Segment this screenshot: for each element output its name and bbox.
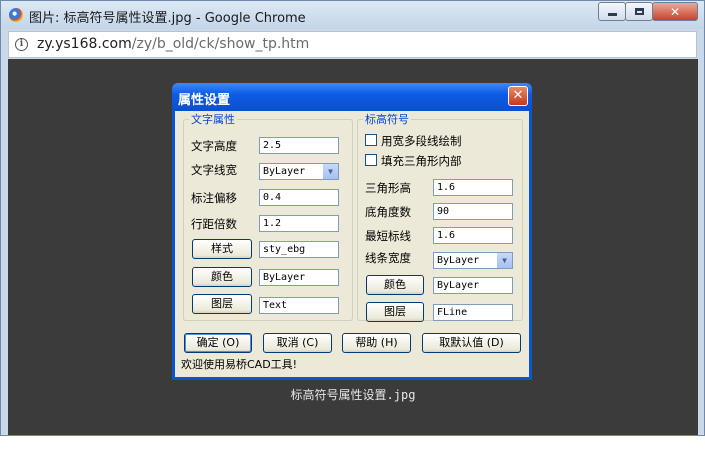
cancel-button: 取消 (C): [263, 333, 332, 353]
line-width-value: ByLayer: [437, 255, 480, 266]
fill-triangle-checkbox-label: 填充三角形内部: [381, 154, 462, 168]
line-width-select: ByLayer ▼: [433, 252, 513, 269]
text-height-label: 文字高度: [191, 139, 237, 153]
base-angle-input: 90: [433, 203, 513, 220]
line-width-label: 线条宽度: [365, 251, 411, 265]
text-group-legend: 文字属性: [191, 113, 235, 126]
dialog-titlebar: 属性设置 ✕: [172, 83, 532, 111]
image-caption: 标高符号属性设置.jpg: [290, 388, 416, 402]
maximize-button[interactable]: [625, 2, 653, 21]
window-title: 图片: 标高符号属性设置.jpg - Google Chrome: [29, 11, 306, 26]
minimize-button[interactable]: [598, 2, 626, 21]
chevron-down-icon: ▼: [496, 253, 512, 268]
symbol-group-legend: 标高符号: [365, 113, 409, 126]
text-color-button: 颜色: [192, 267, 252, 287]
text-lineweight-select: ByLayer ▼: [259, 163, 339, 180]
min-line-label: 最短标线: [365, 229, 411, 243]
defaults-button: 取默认值 (D): [422, 333, 521, 353]
maximize-icon: [634, 8, 644, 15]
triangle-height-label: 三角形高: [365, 181, 411, 195]
text-layer-value: Text: [259, 297, 339, 314]
style-value: sty_ebg: [259, 241, 339, 258]
dialog-title: 属性设置: [178, 93, 231, 108]
symbol-layer-value: FLine: [433, 304, 513, 321]
url-host: zy.ys168.com: [37, 36, 132, 52]
text-height-input: 2.5: [259, 137, 339, 154]
info-icon[interactable]: i: [15, 38, 28, 51]
dialog-body: 文字属性 文字高度 2.5 文字线宽 ByLayer ▼ 标注偏移 0.4 行距…: [175, 111, 529, 377]
style-button: 样式: [192, 239, 252, 259]
status-message: 欢迎使用易桥CAD工具!: [181, 358, 298, 371]
label-offset-input: 0.4: [259, 189, 339, 206]
polyline-checkbox: [365, 134, 377, 146]
label-offset-label: 标注偏移: [191, 191, 237, 205]
url-path: /zy/b_old/ck/show_tp.htm: [131, 36, 310, 52]
polyline-checkbox-label: 用宽多段线绘制: [381, 134, 462, 148]
text-lineweight-label: 文字线宽: [191, 163, 237, 177]
address-bar[interactable]: i zy.ys168.com/zy/b_old/ck/show_tp.htm: [8, 31, 697, 58]
text-layer-button: 图层: [192, 294, 252, 314]
window-titlebar[interactable]: 图片: 标高符号属性设置.jpg - Google Chrome ✕: [1, 1, 704, 29]
close-window-button[interactable]: ✕: [652, 2, 698, 21]
ok-button: 确定 (O): [184, 333, 252, 353]
url-text[interactable]: zy.ys168.com/zy/b_old/ck/show_tp.htm: [37, 36, 309, 52]
close-icon: ✕: [669, 4, 681, 19]
dialog-close-button: ✕: [508, 86, 528, 106]
chevron-down-icon: ▼: [322, 164, 338, 179]
symbol-color-button: 颜色: [366, 275, 424, 295]
chrome-icon: [9, 8, 23, 22]
symbol-color-value: ByLayer: [433, 277, 513, 294]
base-angle-label: 底角度数: [365, 205, 411, 219]
triangle-height-input: 1.6: [433, 179, 513, 196]
symbol-layer-button: 图层: [366, 302, 424, 322]
minimize-icon: [607, 13, 617, 16]
line-spacing-input: 1.2: [259, 215, 339, 232]
fill-triangle-checkbox: [365, 154, 377, 166]
property-dialog: 属性设置 ✕ 文字属性 文字高度 2.5 文字线宽 ByLayer ▼ 标注偏移…: [172, 83, 532, 380]
text-color-value: ByLayer: [259, 269, 339, 286]
window-controls: ✕: [598, 2, 698, 22]
close-icon: ✕: [512, 88, 524, 103]
help-button: 帮助 (H): [342, 333, 411, 353]
text-lineweight-value: ByLayer: [263, 166, 306, 177]
line-spacing-label: 行距倍数: [191, 217, 237, 231]
min-line-input: 1.6: [433, 227, 513, 244]
